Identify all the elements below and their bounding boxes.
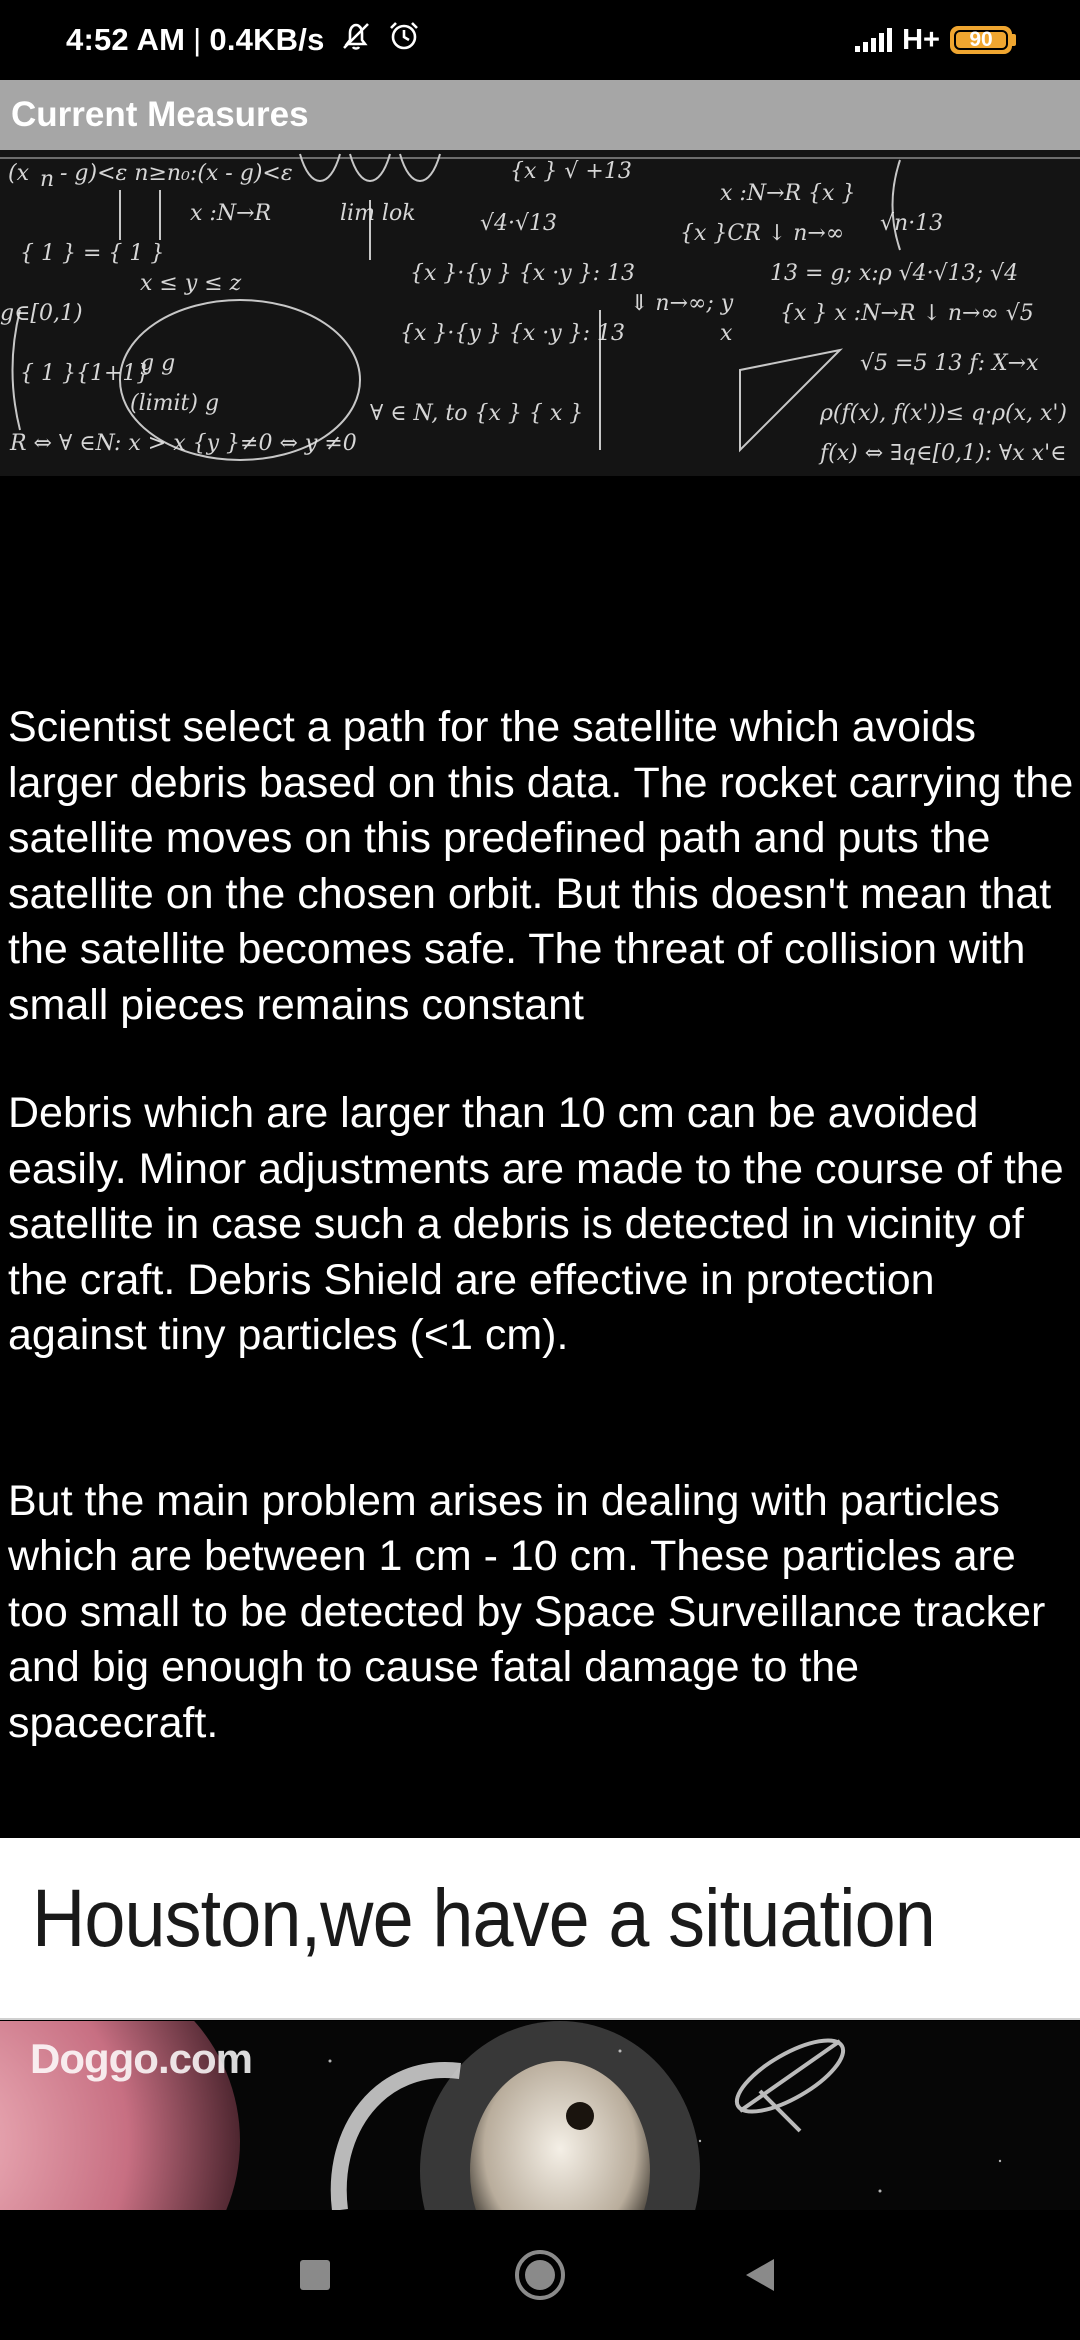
svg-text:x ≤ y ≤ z: x ≤ y ≤ z bbox=[140, 271, 242, 296]
svg-text:lim lok: lim lok bbox=[340, 201, 416, 226]
svg-text:√5 =5 13 f: X→x: √5 =5 13 f: X→x bbox=[860, 351, 1039, 376]
article-content: Scientist select a path for the satellit… bbox=[8, 700, 1074, 1751]
svg-text:√n·13: √n·13 bbox=[880, 211, 943, 236]
status-separator: | bbox=[193, 22, 202, 57]
network-type: H+ bbox=[902, 23, 940, 56]
back-triangle-icon bbox=[746, 2259, 774, 2291]
svg-text:(x: (x bbox=[8, 161, 30, 186]
meme-photo: Doggo.com bbox=[0, 2021, 1080, 2210]
meme-caption-area: Houston,we have a situation bbox=[0, 1838, 1080, 2020]
svg-text:{x }·{y } {x ·y }: 13: {x }·{y } {x ·y }: 13 bbox=[400, 321, 625, 346]
svg-text:ρ(f(x), f(x'))≤ q·ρ(x, x'): ρ(f(x), f(x'))≤ q·ρ(x, x') bbox=[819, 401, 1067, 426]
paragraph: Debris which are larger than 10 cm can b… bbox=[8, 1089, 1064, 1359]
back-button[interactable] bbox=[700, 2210, 820, 2340]
meme-watermark: Doggo.com bbox=[30, 2035, 253, 2082]
recents-square-icon bbox=[300, 2260, 330, 2290]
alarm-icon bbox=[387, 19, 421, 61]
svg-text:√4·√13: √4·√13 bbox=[480, 211, 557, 236]
status-right: H+ 90 bbox=[855, 0, 1016, 80]
svg-text:(limit) g: (limit) g bbox=[130, 391, 219, 416]
svg-text:x :N→R: x :N→R bbox=[190, 201, 271, 226]
status-left: 4:52 AM | 0.4KB/s bbox=[66, 0, 421, 80]
battery-level: 90 bbox=[969, 28, 993, 51]
svg-text:{x } √ +13: {x } √ +13 bbox=[510, 159, 632, 184]
math-formulas-image: (x n - g)<ε n≥n₀:(x - g)<ε {x } √ +13 x :N… bbox=[0, 150, 1080, 476]
svg-text:- g)<ε n≥n₀:(x - g)<ε: - g)<ε n≥n₀:(x - g)<ε bbox=[60, 161, 293, 186]
svg-text:{ 1 } = { 1 }: { 1 } = { 1 } bbox=[20, 241, 164, 266]
svg-text:⇓ n→∞; y: ⇓ n→∞; y bbox=[630, 291, 734, 316]
svg-text:{x } x :N→R ↓ n→∞ √5: {x } x :N→R ↓ n→∞ √5 bbox=[780, 301, 1034, 326]
signal-icon bbox=[855, 28, 893, 52]
home-button[interactable] bbox=[480, 2210, 600, 2340]
svg-text:13 = g; x:ρ √4·√13; √4: 13 = g; x:ρ √4·√13; √4 bbox=[770, 261, 1018, 286]
svg-text:n: n bbox=[40, 167, 54, 192]
home-circle-icon bbox=[515, 2250, 565, 2300]
mute-bell-icon bbox=[339, 20, 373, 60]
svg-text:x :N→R {x }: x :N→R {x } bbox=[720, 181, 855, 206]
svg-text:{x }CR ↓ n→∞: {x }CR ↓ n→∞ bbox=[680, 221, 844, 246]
svg-text:∀ ∈ N, to {x } { x }: ∀ ∈ N, to {x } { x } bbox=[370, 401, 583, 426]
page-title: Current Measures bbox=[11, 95, 309, 134]
paragraph: But the main problem arises in dealing w… bbox=[8, 1476, 1046, 1747]
status-net-speed: 0.4KB/s bbox=[209, 22, 325, 57]
svg-text:x: x bbox=[720, 321, 733, 346]
navigation-bar bbox=[0, 2210, 1080, 2340]
svg-text:{ 1 }{1+1}: { 1 }{1+1} bbox=[20, 361, 150, 386]
meme-caption: Houston,we have a situation bbox=[32, 1873, 936, 1964]
app-bar: Current Measures bbox=[0, 80, 1080, 150]
status-bar: 4:52 AM | 0.4KB/s H+ 90 bbox=[0, 0, 1080, 80]
svg-text:g∈[0,1): g∈[0,1) bbox=[0, 301, 83, 326]
battery-icon: 90 bbox=[950, 26, 1016, 54]
meme-image: Houston,we have a situation Doggo.com bbox=[0, 1838, 1080, 2210]
paragraph: Scientist select a path for the satellit… bbox=[8, 703, 1074, 1029]
svg-text:f(x) ⇔ ∃q∈[0,1): ∀x x'∈: f(x) ⇔ ∃q∈[0,1): ∀x x'∈ bbox=[818, 441, 1066, 466]
svg-text:R ⇔ ∀ ∈N: x > x {y }≠0 ⇔ y: R ⇔ ∀ ∈N: x > x {y }≠0 ⇔ y ≠0 bbox=[9, 431, 357, 456]
status-time: 4:52 AM bbox=[66, 22, 186, 57]
svg-text:{x }·{y } {x ·y }: 13: {x }·{y } {x ·y }: 13 bbox=[410, 261, 635, 286]
recents-button[interactable] bbox=[255, 2210, 375, 2340]
